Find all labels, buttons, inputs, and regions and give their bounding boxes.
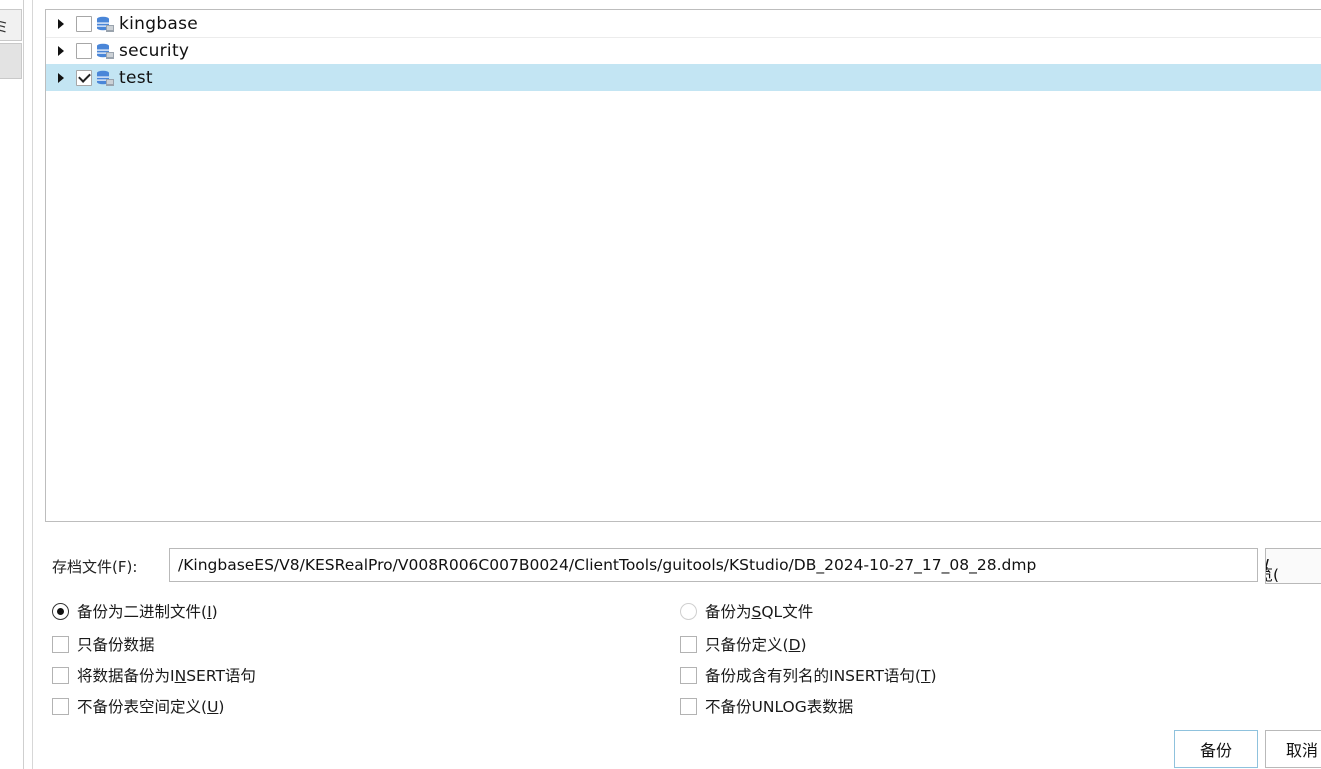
cancel-button[interactable]: 取消 [1265,730,1321,768]
left-sidebar: ミ [0,0,24,769]
option-label: 备份为二进制文件(I) [77,603,218,621]
backup-button[interactable]: 备份 [1174,730,1258,768]
tree-item-label: security [119,40,190,61]
sidebar-item-label: ミ [0,16,9,37]
option-label: 不备份表空间定义(U) [77,698,225,716]
database-icon [97,16,114,32]
tree-item-kingbase[interactable]: kingbase [46,10,1321,37]
option-label: 备份成含有列名的INSERT语句(T) [705,667,937,685]
option-insert-columns-checkbox[interactable]: 备份成含有列名的INSERT语句(T) [680,664,937,686]
archive-file-label: 存档文件(F): [52,558,138,576]
expand-arrow-icon[interactable] [58,45,64,56]
tree-item-label: kingbase [119,13,199,34]
database-icon [97,43,114,59]
archive-file-input[interactable] [169,548,1258,582]
tree-item-checkbox[interactable] [76,15,92,32]
tree-item-test[interactable]: test [46,64,1321,91]
option-insert-checkbox[interactable]: 将数据备份为INSERT语句 [52,664,256,686]
checkbox[interactable] [680,666,697,684]
option-sql-radio[interactable]: 备份为SQL文件 [680,600,813,622]
database-icon [97,70,114,86]
tree-item-checkbox[interactable] [76,42,92,59]
database-tree[interactable]: kingbase security test [45,9,1321,522]
option-label: 只备份数据 [77,636,155,654]
sidebar-item-2[interactable] [0,43,22,79]
option-no-tablespace-checkbox[interactable]: 不备份表空间定义(U) [52,695,224,717]
expand-arrow-icon[interactable] [58,72,64,83]
browse-button[interactable]: 刘览(W) [1265,548,1321,584]
checkbox[interactable] [52,635,69,653]
tree-item-security[interactable]: security [46,37,1321,64]
option-label: 备份为SQL文件 [705,603,814,621]
checkbox[interactable] [680,697,697,715]
option-label: 只备份定义(D) [705,636,807,654]
tree-item-checkbox[interactable] [76,69,92,86]
option-binary-radio[interactable]: 备份为二进制文件(I) [52,600,218,622]
expand-arrow-icon[interactable] [58,18,64,29]
panel-divider [32,0,33,769]
radio-selected-icon[interactable] [52,602,69,620]
option-data-only-checkbox[interactable]: 只备份数据 [52,633,155,655]
checkbox[interactable] [52,666,69,684]
option-definition-only-checkbox[interactable]: 只备份定义(D) [680,633,807,655]
sidebar-divider [23,0,24,769]
option-label: 不备份UNLOG表数据 [705,698,854,716]
checkbox[interactable] [52,697,69,715]
option-no-unlog-checkbox[interactable]: 不备份UNLOG表数据 [680,695,853,717]
sidebar-item-1[interactable]: ミ [0,9,22,41]
checkbox[interactable] [680,635,697,653]
browse-button-label: 刘览(W) [1266,556,1280,584]
tree-item-label: test [119,67,153,88]
radio-unselected-icon[interactable] [680,602,697,620]
option-label: 将数据备份为INSERT语句 [77,667,256,685]
